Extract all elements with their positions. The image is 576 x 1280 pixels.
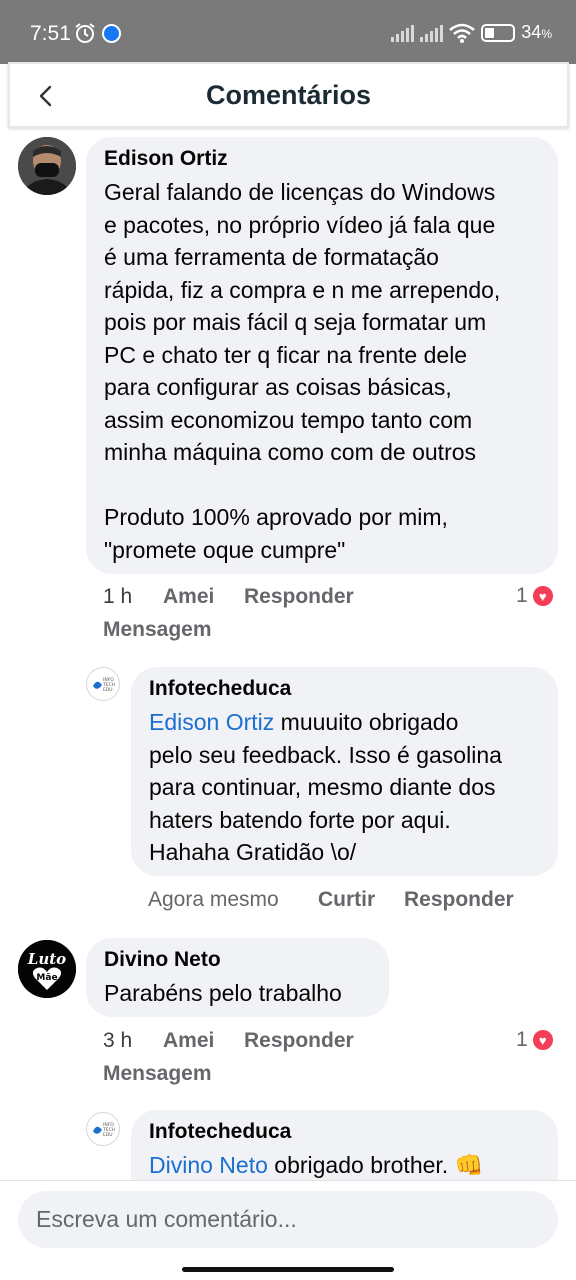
reaction-love-button[interactable]: Amei [163,585,214,609]
comment-text: Divino Neto obrigado brother. 👊 [149,1152,484,1178]
svg-text:EDU: EDU [103,687,113,693]
page-title: Comentários [205,80,372,110]
reply-button[interactable]: Responder [244,1029,354,1053]
comment-bubble: Divino Neto Parabéns pelo trabalho [86,938,389,1017]
like-button[interactable]: Curtir [318,888,375,912]
avatar[interactable]: Luto Mãe [18,940,76,998]
battery-icon [481,23,516,42]
top-header: Comentários [8,62,569,128]
heart-icon: ♥ [531,585,554,607]
message-button[interactable]: Mensagem [103,618,212,642]
wifi-icon [449,23,476,43]
comment-text: Edison Ortiz muuuito obrigado pelo seu f… [149,709,502,865]
reaction-count[interactable]: 1 ♥ [516,1028,554,1052]
comment-bubble: Edison Ortiz Geral falando de licenças d… [86,137,558,574]
infotech-logo-icon: INFO TECH EDU [93,1122,115,1138]
comment-time: Agora mesmo [148,888,279,911]
svg-text:Mãe: Mãe [36,973,57,983]
comment-text: Geral falando de licenças do Windows e p… [104,179,501,563]
comment-time: 3 h [103,1029,133,1052]
reaction-love-button[interactable]: Amei [163,1029,214,1053]
status-bar: 7:51 34% [0,0,576,64]
svg-text:EDU: EDU [103,1132,113,1138]
user-photo-icon [18,137,76,195]
reaction-count[interactable]: 1 ♥ [516,584,554,608]
comment-author[interactable]: Infotecheduca [149,1120,540,1144]
mention-link[interactable]: Edison Ortiz [149,709,274,735]
app-notification-icon [102,24,121,43]
signal-icon [391,24,415,42]
reply-button[interactable]: Responder [244,585,354,609]
comment-author[interactable]: Divino Neto [104,948,371,972]
infotech-logo-icon: INFO TECH EDU [93,677,115,693]
comments-list[interactable]: Edison Ortiz Geral falando de licenças d… [0,130,576,1180]
status-indicators: 34% [391,22,552,43]
home-indicator[interactable] [182,1267,394,1272]
comment-bubble: Infotecheduca Edison Ortiz muuuito obrig… [131,667,558,876]
message-button[interactable]: Mensagem [103,1062,212,1086]
alarm-icon [75,23,95,43]
reply-button[interactable]: Responder [404,888,514,912]
heart-icon: ♥ [531,1029,554,1051]
luto-mae-logo-icon: Luto Mãe [18,940,76,998]
svg-text:Luto: Luto [27,950,66,968]
status-time: 7:51 [30,22,71,45]
avatar[interactable]: INFO TECH EDU [86,1112,120,1146]
signal-icon [420,24,444,42]
comment-author[interactable]: Infotecheduca [149,677,540,701]
avatar[interactable]: INFO TECH EDU [86,667,120,701]
avatar[interactable] [18,137,76,195]
mention-link[interactable]: Divino Neto [149,1152,268,1178]
comment-input[interactable] [18,1191,558,1248]
battery-percent: 34% [521,22,552,42]
comment-time: 1 h [103,585,133,608]
comment-text: Parabéns pelo trabalho [104,980,342,1006]
comment-bubble: Infotecheduca Divino Neto obrigado broth… [131,1110,558,1180]
comment-composer [0,1180,576,1280]
comment-author[interactable]: Edison Ortiz [104,147,540,171]
